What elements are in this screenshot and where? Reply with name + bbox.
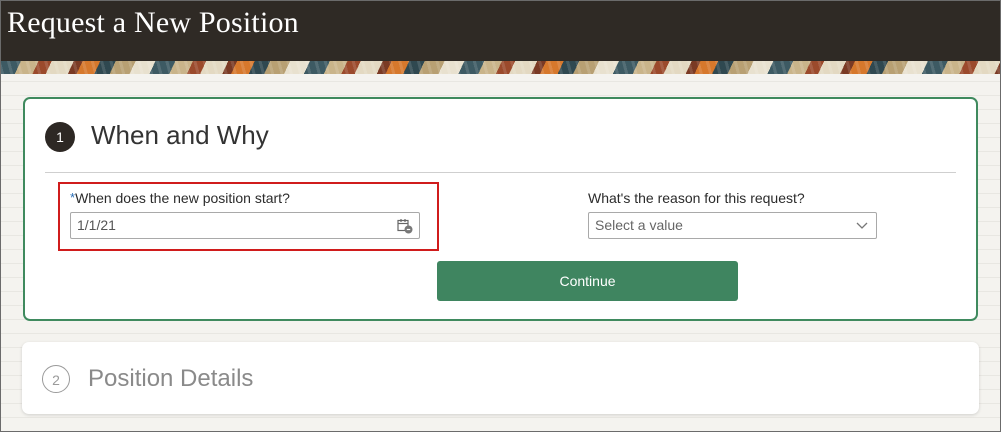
continue-button[interactable]: Continue xyxy=(437,261,738,301)
reason-placeholder: Select a value xyxy=(595,217,683,233)
section-divider xyxy=(45,172,956,173)
reason-label: What's the reason for this request? xyxy=(588,190,805,206)
start-date-value: 1/1/21 xyxy=(77,217,116,233)
start-date-input[interactable]: 1/1/21 xyxy=(70,212,420,239)
section-title: When and Why xyxy=(91,120,269,150)
start-date-label: *When does the new position start? xyxy=(70,190,290,206)
page-header: Request a New Position xyxy=(1,1,1000,61)
decorative-banner xyxy=(1,61,1000,74)
reason-select[interactable]: Select a value xyxy=(588,212,877,239)
calendar-icon[interactable] xyxy=(397,218,413,234)
step-number-badge: 1 xyxy=(45,122,75,152)
step-number-badge: 2 xyxy=(42,365,70,393)
chevron-down-icon xyxy=(856,222,868,229)
page-title: Request a New Position xyxy=(7,6,299,39)
section-when-and-why: 1 When and Why *When does the new positi… xyxy=(23,97,978,321)
page-frame: Request a New Position 1 When and Why *W… xyxy=(0,0,1001,432)
section-position-details[interactable]: 2 Position Details xyxy=(22,342,979,414)
start-date-label-text: When does the new position start? xyxy=(75,190,290,206)
section-title: Position Details xyxy=(88,365,254,392)
